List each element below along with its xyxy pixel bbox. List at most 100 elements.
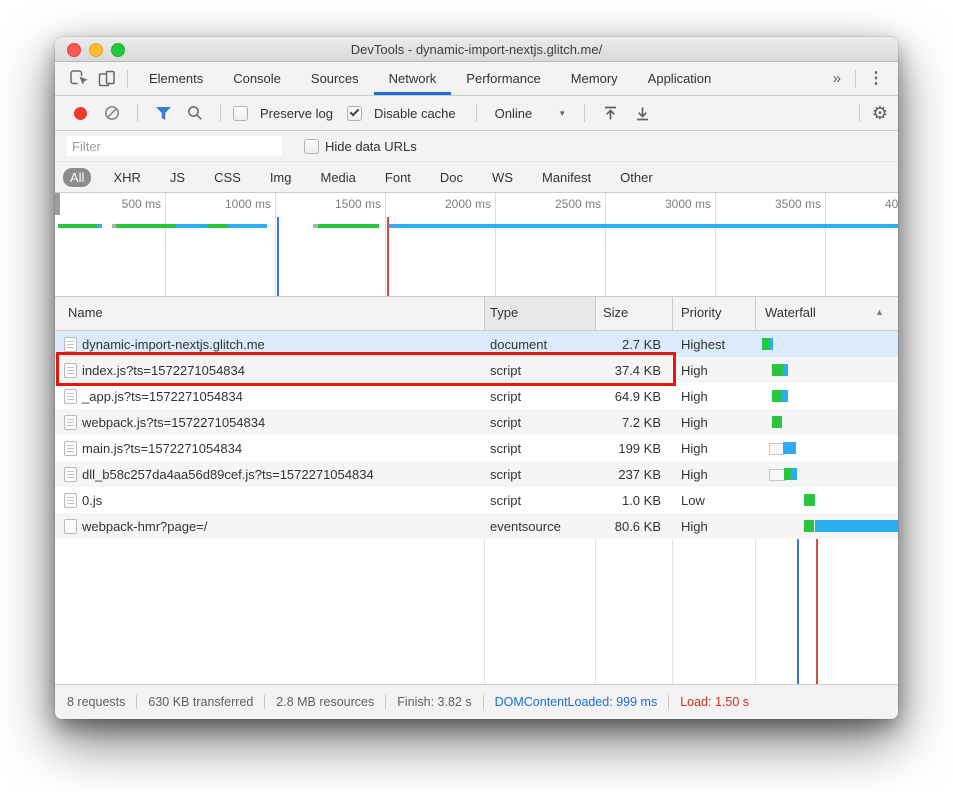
zoom-window-button[interactable] — [111, 43, 125, 57]
request-type: script — [490, 467, 521, 482]
tab-console[interactable]: Console — [218, 62, 296, 95]
divider — [855, 70, 856, 88]
type-filter-all[interactable]: All — [63, 168, 91, 187]
clear-icon[interactable] — [99, 101, 125, 125]
device-toolbar-icon[interactable] — [93, 66, 121, 92]
file-icon — [64, 441, 77, 456]
waterfall-bar — [804, 494, 815, 506]
timeline-gridline — [825, 193, 826, 296]
type-filter-xhr[interactable]: XHR — [106, 168, 147, 187]
domcontentloaded-line — [277, 217, 279, 296]
waterfall-bar — [783, 442, 796, 454]
request-size: 64.9 KB — [595, 389, 661, 404]
waterfall-bar — [804, 520, 814, 532]
tab-memory[interactable]: Memory — [556, 62, 633, 95]
load-event-line — [387, 217, 389, 296]
search-icon[interactable] — [182, 101, 208, 125]
table-row[interactable]: 0.jsscript1.0 KBLow — [55, 487, 898, 513]
tab-application[interactable]: Application — [633, 62, 727, 95]
type-filter-doc[interactable]: Doc — [433, 168, 470, 187]
type-filter-css[interactable]: CSS — [207, 168, 248, 187]
request-size: 1.0 KB — [595, 493, 661, 508]
request-size: 199 KB — [595, 441, 661, 456]
tab-network[interactable]: Network — [374, 62, 452, 95]
column-header-waterfall[interactable]: Waterfall — [765, 305, 816, 320]
import-har-icon[interactable] — [597, 101, 623, 125]
timeline-gridline — [165, 193, 166, 296]
gear-icon[interactable]: ⚙ — [872, 104, 888, 122]
column-header-priority[interactable]: Priority — [681, 305, 721, 320]
timeline-gridline — [605, 193, 606, 296]
request-priority: High — [681, 415, 708, 430]
divider — [584, 104, 585, 122]
column-divider[interactable] — [672, 297, 673, 330]
overview-waterfall-bar — [228, 224, 267, 228]
table-row[interactable]: dll_b58c257da4aa56d89cef.js?ts=157227105… — [55, 461, 898, 487]
type-filter-manifest[interactable]: Manifest — [535, 168, 598, 187]
type-filter-ws[interactable]: WS — [485, 168, 520, 187]
request-table-header: Name Type Size Priority Waterfall ▲ — [55, 297, 898, 331]
devtools-tabbar: ElementsConsoleSourcesNetworkPerformance… — [55, 62, 898, 96]
status-item: DOMContentLoaded: 999 ms — [495, 695, 658, 709]
tab-sources[interactable]: Sources — [296, 62, 374, 95]
overview-handle[interactable] — [55, 193, 60, 215]
request-size: 7.2 KB — [595, 415, 661, 430]
highlight-annotation — [56, 352, 676, 386]
type-filter-media[interactable]: Media — [313, 168, 362, 187]
type-filter-img[interactable]: Img — [263, 168, 299, 187]
column-divider[interactable] — [595, 297, 596, 330]
network-overview-timeline[interactable]: 500 ms1000 ms1500 ms2000 ms2500 ms3000 m… — [55, 193, 898, 297]
table-row[interactable]: webpack-hmr?page=/eventsource80.6 KBHigh — [55, 513, 898, 539]
devtools-window: DevTools - dynamic-import-nextjs.glitch.… — [55, 37, 898, 719]
column-header-name[interactable]: Name — [68, 305, 103, 320]
filter-icon[interactable] — [150, 101, 176, 125]
table-row[interactable]: webpack.js?ts=1572271054834script7.2 KBH… — [55, 409, 898, 435]
request-type: eventsource — [490, 519, 561, 534]
tab-elements[interactable]: Elements — [134, 62, 218, 95]
filter-input[interactable] — [67, 136, 282, 156]
preserve-log-label: Preserve log — [260, 106, 333, 121]
divider — [859, 104, 860, 122]
table-row[interactable]: _app.js?ts=1572271054834script64.9 KBHig… — [55, 383, 898, 409]
file-icon — [64, 467, 77, 482]
request-name: dll_b58c257da4aa56d89cef.js?ts=157227105… — [82, 467, 374, 482]
overview-waterfall-bar — [58, 224, 97, 228]
request-name: webpack-hmr?page=/ — [82, 519, 207, 534]
hide-data-urls-label: Hide data URLs — [325, 139, 417, 154]
file-icon — [64, 519, 77, 534]
disable-cache-checkbox[interactable] — [347, 106, 362, 121]
more-tabs-icon[interactable]: » — [833, 71, 841, 86]
file-icon — [64, 389, 77, 404]
request-priority: High — [681, 519, 708, 534]
status-item: Load: 1.50 s — [680, 695, 749, 709]
type-filter-js[interactable]: JS — [163, 168, 192, 187]
table-row[interactable]: main.js?ts=1572271054834script199 KBHigh — [55, 435, 898, 461]
export-har-icon[interactable] — [629, 101, 655, 125]
type-filter-font[interactable]: Font — [378, 168, 418, 187]
panel-tabs: ElementsConsoleSourcesNetworkPerformance… — [134, 62, 726, 95]
record-network-log-button[interactable] — [67, 101, 93, 125]
status-item: Finish: 3.82 s — [397, 695, 471, 709]
request-priority: High — [681, 389, 708, 404]
throttling-select[interactable]: Online ▼ — [489, 106, 573, 121]
request-name: main.js?ts=1572271054834 — [82, 441, 242, 456]
inspect-element-icon[interactable] — [65, 66, 93, 92]
column-header-type[interactable]: Type — [490, 305, 518, 320]
tab-performance[interactable]: Performance — [451, 62, 555, 95]
column-divider[interactable] — [484, 297, 485, 330]
type-filter-other[interactable]: Other — [613, 168, 660, 187]
resource-type-filters: All XHR JS CSS Img Media Font Doc WS Manifest Othe… — [55, 162, 898, 193]
waterfall-bar — [791, 468, 797, 480]
kebab-menu-icon[interactable]: ⋮ — [868, 71, 884, 87]
hide-data-urls-checkbox[interactable] — [304, 139, 319, 154]
overview-waterfall-bar — [389, 224, 898, 228]
request-priority: Low — [681, 493, 705, 508]
close-window-button[interactable] — [67, 43, 81, 57]
sort-ascending-icon: ▲ — [875, 307, 884, 317]
column-divider[interactable] — [755, 297, 756, 330]
divider — [137, 104, 138, 122]
minimize-window-button[interactable] — [89, 43, 103, 57]
request-name: webpack.js?ts=1572271054834 — [82, 415, 265, 430]
preserve-log-checkbox[interactable] — [233, 106, 248, 121]
column-header-size[interactable]: Size — [603, 305, 628, 320]
